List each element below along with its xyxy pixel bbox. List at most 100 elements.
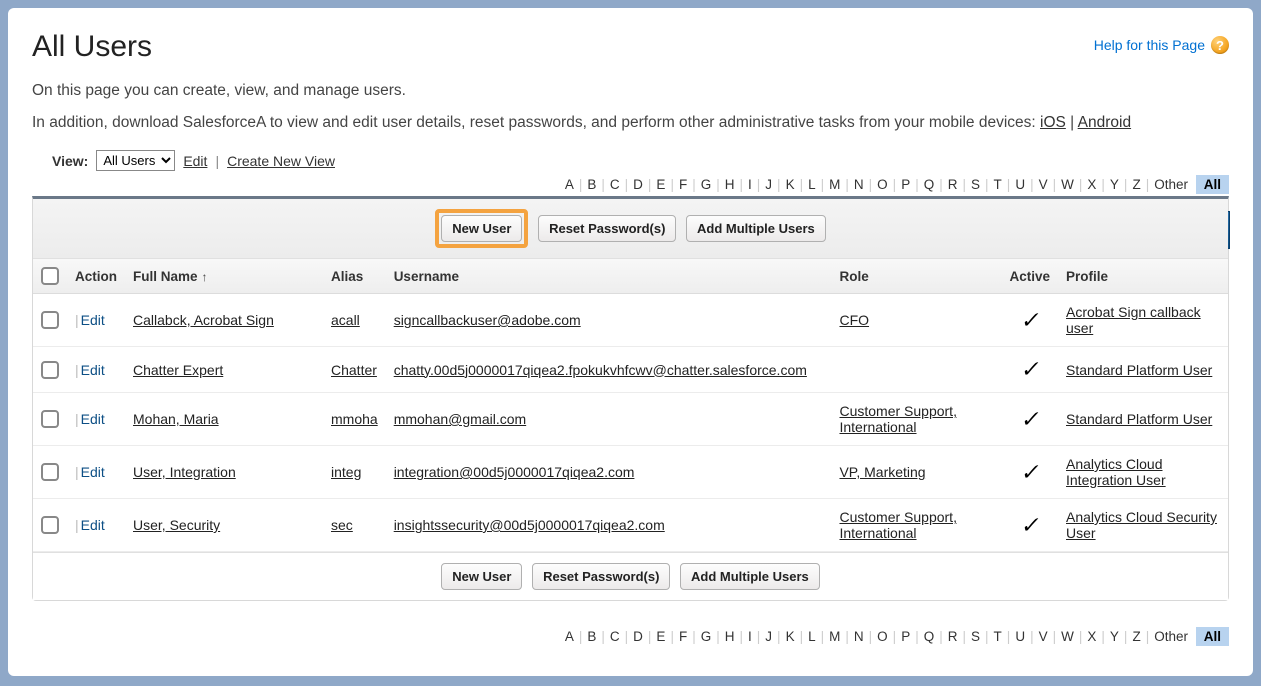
- help-for-page-link[interactable]: Help for this Page ?: [1094, 36, 1229, 54]
- alpha-letter-C[interactable]: C: [606, 175, 624, 194]
- alpha-letter-A[interactable]: A: [561, 627, 578, 646]
- alias-link[interactable]: integ: [331, 464, 361, 480]
- create-new-view-link[interactable]: Create New View: [227, 153, 335, 169]
- alpha-letter-N[interactable]: N: [850, 627, 868, 646]
- alpha-letter-K[interactable]: K: [782, 175, 799, 194]
- alias-link[interactable]: acall: [331, 312, 360, 328]
- edit-link[interactable]: Edit: [81, 312, 105, 328]
- full-name-link[interactable]: Callabck, Acrobat Sign: [133, 312, 274, 328]
- alpha-letter-Y[interactable]: Y: [1106, 175, 1123, 194]
- col-active[interactable]: Active: [1001, 259, 1058, 294]
- edit-link[interactable]: Edit: [81, 362, 105, 378]
- alpha-letter-E[interactable]: E: [652, 175, 669, 194]
- col-action[interactable]: Action: [67, 259, 125, 294]
- alpha-letter-R[interactable]: R: [944, 175, 962, 194]
- alpha-letter-D[interactable]: D: [629, 627, 647, 646]
- alpha-letter-G[interactable]: G: [697, 627, 716, 646]
- alpha-letter-S[interactable]: S: [967, 175, 984, 194]
- username-link[interactable]: chatty.00d5j0000017qiqea2.fpokukvhfcwv@c…: [394, 362, 807, 378]
- alpha-letter-W[interactable]: W: [1057, 627, 1078, 646]
- row-checkbox[interactable]: [41, 463, 59, 481]
- alpha-letter-Q[interactable]: Q: [920, 627, 939, 646]
- alias-link[interactable]: mmoha: [331, 411, 378, 427]
- alpha-letter-H[interactable]: H: [721, 627, 739, 646]
- username-link[interactable]: signcallbackuser@adobe.com: [394, 312, 581, 328]
- alpha-letter-Z[interactable]: Z: [1128, 627, 1144, 646]
- username-link[interactable]: integration@00d5j0000017qiqea2.com: [394, 464, 635, 480]
- row-checkbox[interactable]: [41, 311, 59, 329]
- col-profile[interactable]: Profile: [1058, 259, 1228, 294]
- alpha-letter-T[interactable]: T: [990, 627, 1006, 646]
- alias-link[interactable]: sec: [331, 517, 353, 533]
- new-user-button[interactable]: New User: [441, 215, 522, 242]
- reset-passwords-button-bottom[interactable]: Reset Password(s): [532, 563, 670, 590]
- profile-link[interactable]: Standard Platform User: [1066, 411, 1212, 427]
- alpha-letter-F[interactable]: F: [675, 627, 691, 646]
- alpha-letter-O[interactable]: O: [873, 627, 892, 646]
- reset-passwords-button[interactable]: Reset Password(s): [538, 215, 676, 242]
- alpha-letter-C[interactable]: C: [606, 627, 624, 646]
- alpha-letter-W[interactable]: W: [1057, 175, 1078, 194]
- full-name-link[interactable]: Chatter Expert: [133, 362, 223, 378]
- edit-view-link[interactable]: Edit: [183, 153, 207, 169]
- col-full-name[interactable]: Full Name↑: [125, 259, 323, 294]
- alpha-letter-D[interactable]: D: [629, 175, 647, 194]
- alpha-letter-X[interactable]: X: [1083, 175, 1100, 194]
- view-select[interactable]: All Users: [96, 150, 175, 171]
- android-link[interactable]: Android: [1078, 114, 1131, 131]
- alpha-letter-T[interactable]: T: [990, 175, 1006, 194]
- role-link[interactable]: Customer Support, International: [839, 403, 957, 435]
- add-multiple-users-button-bottom[interactable]: Add Multiple Users: [680, 563, 820, 590]
- alpha-letter-O[interactable]: O: [873, 175, 892, 194]
- profile-link[interactable]: Analytics Cloud Security User: [1066, 509, 1217, 541]
- username-link[interactable]: mmohan@gmail.com: [394, 411, 526, 427]
- col-alias[interactable]: Alias: [323, 259, 386, 294]
- edit-link[interactable]: Edit: [81, 464, 105, 480]
- alpha-letter-L[interactable]: L: [804, 175, 820, 194]
- alpha-letter-F[interactable]: F: [675, 175, 691, 194]
- edit-link[interactable]: Edit: [81, 517, 105, 533]
- row-checkbox[interactable]: [41, 361, 59, 379]
- profile-link[interactable]: Analytics Cloud Integration User: [1066, 456, 1166, 488]
- role-link[interactable]: VP, Marketing: [839, 464, 925, 480]
- alpha-letter-Q[interactable]: Q: [920, 175, 939, 194]
- profile-link[interactable]: Acrobat Sign callback user: [1066, 304, 1201, 336]
- alpha-letter-B[interactable]: B: [583, 175, 600, 194]
- alpha-letter-L[interactable]: L: [804, 627, 820, 646]
- alpha-letter-M[interactable]: M: [825, 175, 844, 194]
- alpha-other[interactable]: Other: [1150, 175, 1192, 194]
- alpha-other[interactable]: Other: [1150, 627, 1192, 646]
- alpha-letter-S[interactable]: S: [967, 627, 984, 646]
- alpha-letter-N[interactable]: N: [850, 175, 868, 194]
- alpha-letter-U[interactable]: U: [1011, 175, 1029, 194]
- alpha-letter-P[interactable]: P: [897, 627, 914, 646]
- alpha-letter-R[interactable]: R: [944, 627, 962, 646]
- col-username[interactable]: Username: [386, 259, 832, 294]
- new-user-button-bottom[interactable]: New User: [441, 563, 522, 590]
- alpha-letter-G[interactable]: G: [697, 175, 716, 194]
- alpha-letter-V[interactable]: V: [1035, 627, 1052, 646]
- alpha-letter-J[interactable]: J: [761, 175, 776, 194]
- role-link[interactable]: CFO: [839, 312, 869, 328]
- username-link[interactable]: insightssecurity@00d5j0000017qiqea2.com: [394, 517, 665, 533]
- alpha-letter-U[interactable]: U: [1011, 627, 1029, 646]
- add-multiple-users-button[interactable]: Add Multiple Users: [686, 215, 826, 242]
- col-role[interactable]: Role: [831, 259, 1001, 294]
- alpha-letter-Y[interactable]: Y: [1106, 627, 1123, 646]
- ios-link[interactable]: iOS: [1040, 114, 1066, 131]
- alpha-letter-E[interactable]: E: [652, 627, 669, 646]
- alpha-letter-I[interactable]: I: [744, 627, 756, 646]
- alias-link[interactable]: Chatter: [331, 362, 377, 378]
- alpha-letter-J[interactable]: J: [761, 627, 776, 646]
- alpha-all[interactable]: All: [1196, 175, 1229, 194]
- alpha-letter-V[interactable]: V: [1035, 175, 1052, 194]
- alpha-letter-A[interactable]: A: [561, 175, 578, 194]
- alpha-letter-Z[interactable]: Z: [1128, 175, 1144, 194]
- full-name-link[interactable]: User, Security: [133, 517, 220, 533]
- row-checkbox[interactable]: [41, 516, 59, 534]
- alpha-letter-K[interactable]: K: [782, 627, 799, 646]
- select-all-checkbox[interactable]: [41, 267, 59, 285]
- profile-link[interactable]: Standard Platform User: [1066, 362, 1212, 378]
- full-name-link[interactable]: Mohan, Maria: [133, 411, 219, 427]
- alpha-letter-H[interactable]: H: [721, 175, 739, 194]
